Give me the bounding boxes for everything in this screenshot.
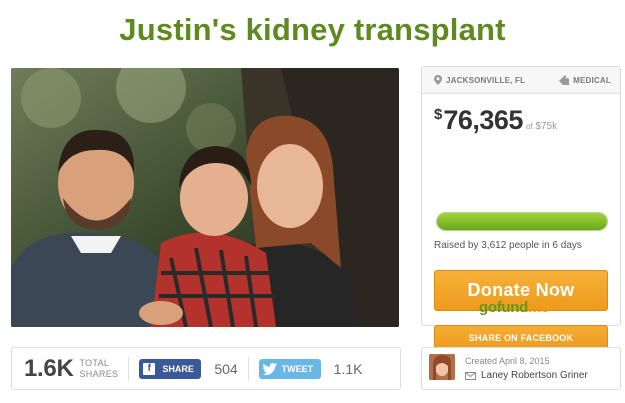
currency-symbol: $ bbox=[434, 106, 443, 123]
category-text: MEDICAL bbox=[573, 75, 611, 85]
divider bbox=[247, 356, 249, 381]
twitter-tweet-button[interactable]: TWEET bbox=[258, 358, 321, 379]
amount-raised: $ 76,365 of $75k bbox=[434, 105, 557, 136]
facebook-icon: f bbox=[143, 362, 156, 375]
organizer-avatar[interactable] bbox=[429, 354, 455, 380]
organizer-box: Created April 8, 2015 Laney Robertson Gr… bbox=[421, 347, 621, 390]
mail-icon bbox=[465, 371, 476, 380]
goal-value: $75k bbox=[535, 121, 558, 132]
gofundme-logo[interactable]: gofundme bbox=[479, 293, 569, 317]
campaign-photo[interactable] bbox=[11, 68, 399, 327]
location-meta[interactable]: JACKSONVILLE, FL bbox=[434, 75, 525, 85]
organizer-contact[interactable]: Laney Robertson Griner bbox=[465, 370, 588, 381]
facebook-share-count: 504 bbox=[214, 360, 238, 377]
goal-prefix: of bbox=[525, 122, 533, 131]
gofundme-wordmark: gofundme bbox=[479, 299, 549, 316]
twitter-icon bbox=[262, 362, 277, 375]
amount-value: 76,365 bbox=[443, 105, 523, 135]
campaign-card: JACKSONVILLE, FL MEDICAL $ 76,365 of $75… bbox=[421, 66, 621, 350]
total-shares-count: 1.6K bbox=[24, 354, 74, 382]
brand-gofund: gofund bbox=[479, 299, 529, 316]
created-date: Created April 8, 2015 bbox=[465, 356, 550, 366]
twitter-share-count: 1.1K bbox=[333, 360, 363, 377]
total-shares-label: TOTAL SHARES bbox=[80, 358, 119, 380]
divider bbox=[128, 356, 130, 381]
progress-fill bbox=[437, 213, 607, 230]
facebook-share-button[interactable]: f SHARE bbox=[139, 358, 202, 379]
brand-me: me bbox=[528, 299, 550, 316]
goal-text: of $75k bbox=[526, 121, 557, 132]
organizer-name: Laney Robertson Griner bbox=[481, 370, 588, 381]
category-meta[interactable]: MEDICAL bbox=[559, 75, 611, 85]
total-label-line1: TOTAL bbox=[79, 357, 110, 368]
map-pin-icon bbox=[434, 75, 442, 85]
progress-bar bbox=[436, 212, 608, 231]
facebook-share-label: SHARE bbox=[162, 363, 194, 374]
raised-summary: Raised by 3,612 people in 6 days bbox=[434, 240, 582, 251]
share-bar: 1.6K TOTAL SHARES f SHARE 504 TWEET 1.1K bbox=[11, 347, 401, 390]
total-label-line2: SHARES bbox=[79, 368, 119, 379]
campaign-title: Justin's kidney transplant bbox=[119, 12, 506, 47]
location-text: JACKSONVILLE, FL bbox=[446, 75, 526, 85]
card-meta-bar: JACKSONVILLE, FL MEDICAL bbox=[422, 67, 620, 94]
twitter-tweet-label: TWEET bbox=[281, 363, 314, 374]
tag-icon bbox=[559, 75, 570, 85]
campaign-page: Justin's kidney transplant JACKSONVILLE,… bbox=[0, 0, 625, 403]
